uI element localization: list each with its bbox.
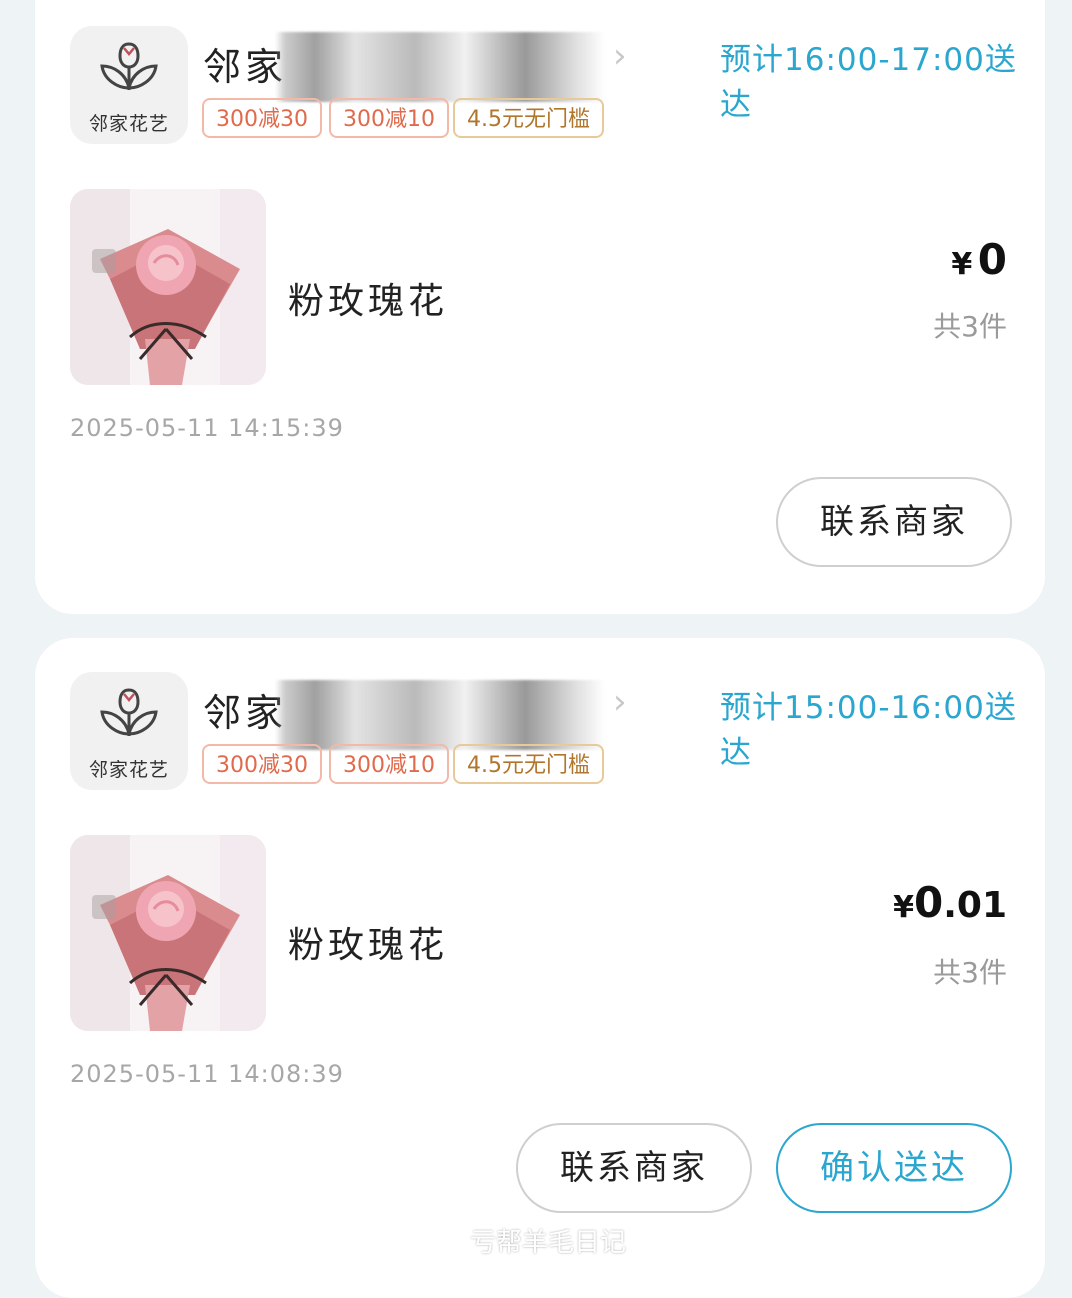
redacted-shop-name [275, 680, 605, 750]
logo-text: 邻家花艺 [88, 113, 169, 135]
price-currency: ¥ [951, 247, 973, 282]
price-decimal: .01 [943, 885, 1007, 926]
chevron-right-icon[interactable]: › [613, 682, 627, 722]
contact-merchant-button[interactable]: 联系商家 [516, 1123, 752, 1213]
order-card-2: 邻家花艺 邻家 › 预计15:00-16:00送达 300减30 300减10 … [35, 638, 1045, 1298]
coupon-tag: 300减10 [329, 98, 449, 138]
delivery-time: 预计16:00-17:00送达 [720, 42, 1017, 123]
tulip-logo-icon [100, 688, 158, 736]
price-currency: ¥ [893, 890, 914, 925]
product-name: 粉玫瑰花 [288, 925, 449, 966]
delivery-time: 预计15:00-16:00送达 [720, 690, 1017, 771]
order-time: 2025-05-11 14:08:39 [70, 1060, 344, 1088]
product-name: 粉玫瑰花 [288, 281, 449, 322]
order-price: ¥0.01 [893, 878, 1007, 927]
order-card-1: 邻家花艺 邻家 › 预计16:00-17:00送达 300减30 300减10 … [35, 0, 1045, 614]
shop-logo[interactable]: 邻家花艺 [70, 26, 188, 144]
redacted-shop-name [275, 32, 605, 102]
price-integer: 0 [977, 235, 1007, 284]
coupon-tag: 4.5元无门槛 [453, 98, 604, 138]
shop-logo[interactable]: 邻家花艺 [70, 672, 188, 790]
product-image[interactable] [70, 189, 266, 385]
item-count: 共3件 [933, 956, 1007, 989]
coupon-tag: 300减30 [202, 98, 322, 138]
chevron-right-icon[interactable]: › [613, 36, 627, 76]
coupon-tag: 300减10 [329, 744, 449, 784]
item-count: 共3件 [933, 310, 1007, 343]
contact-merchant-button[interactable]: 联系商家 [776, 477, 1012, 567]
confirm-delivery-button[interactable]: 确认送达 [776, 1123, 1012, 1213]
price-integer: 0 [913, 878, 944, 927]
watermark: 亏帮羊毛日记 [430, 1222, 626, 1259]
tulip-logo-icon [100, 42, 158, 90]
pink-rose-bouquet-icon [70, 189, 266, 385]
product-image[interactable] [70, 835, 266, 1031]
order-price: ¥ 0 [951, 235, 1007, 284]
logo-text: 邻家花艺 [88, 759, 169, 781]
weibo-logo-icon [431, 1232, 463, 1257]
coupon-tag: 4.5元无门槛 [453, 744, 604, 784]
pink-rose-bouquet-icon [70, 835, 266, 1031]
order-time: 2025-05-11 14:15:39 [70, 414, 344, 442]
watermark-text: 亏帮羊毛日记 [470, 1228, 627, 1258]
coupon-tag: 300减30 [202, 744, 322, 784]
